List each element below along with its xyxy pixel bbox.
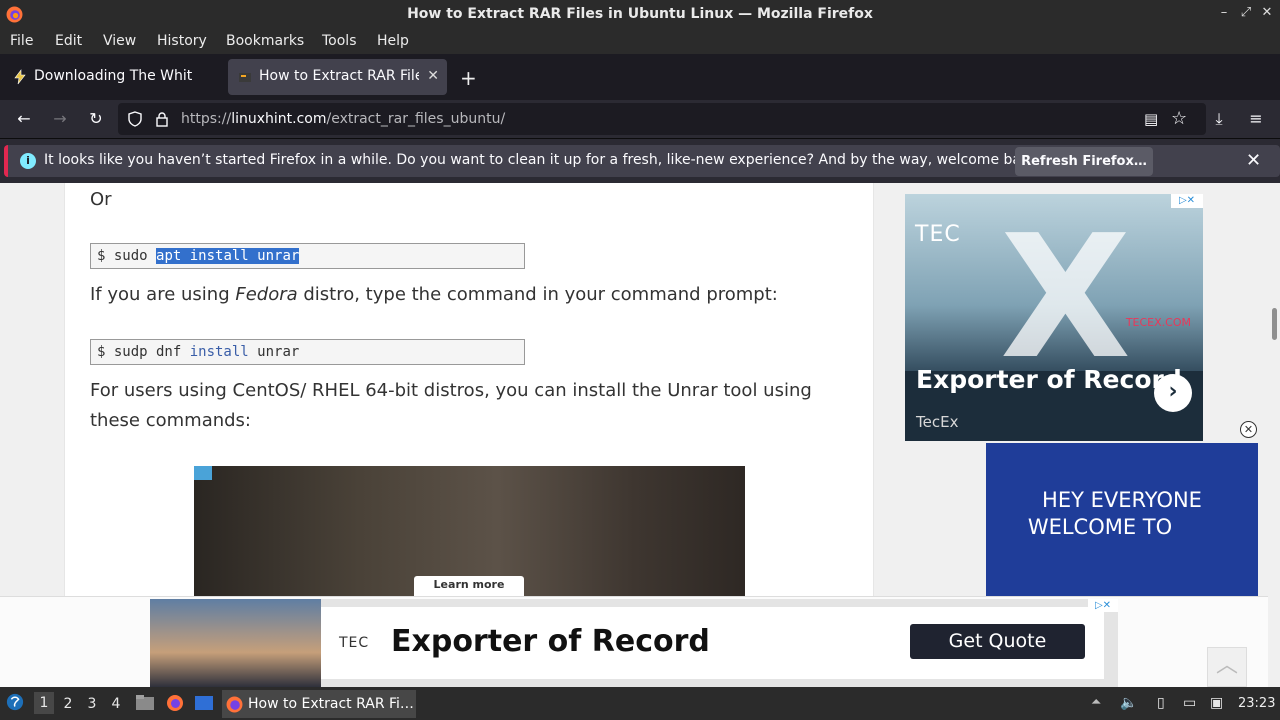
taskbar-window-label: How to Extract RAR Fi… <box>248 696 414 712</box>
workspace-3[interactable]: 3 <box>82 696 102 712</box>
menu-tools[interactable]: Tools <box>322 33 357 49</box>
menu-file[interactable]: File <box>10 33 33 49</box>
notification-bar: i It looks like you haven’t started Fire… <box>0 138 1280 183</box>
airplane-image <box>150 599 321 687</box>
menu-bookmarks[interactable]: Bookmarks <box>226 33 304 49</box>
new-tab-icon[interactable]: + <box>460 66 477 90</box>
clipboard-icon[interactable]: ▯ <box>1157 695 1175 712</box>
bottom-banner-ad[interactable]: TEC Exporter of Record Get Quote ▷✕ <box>0 596 1280 687</box>
sidebar-ad-welcome[interactable]: HEY EVERYONE WELCOME TO <box>986 443 1258 597</box>
firefox-launcher-icon[interactable] <box>165 694 185 712</box>
window-titlebar: How to Extract RAR Files in Ubuntu Linux… <box>0 0 1280 29</box>
workspace-4[interactable]: 4 <box>106 696 126 712</box>
code-block-dnf: $ sudp dnf install unrar <box>90 339 525 365</box>
menu-history[interactable]: History <box>157 33 207 49</box>
info-icon: i <box>20 153 36 169</box>
close-window-icon[interactable]: ✕ <box>1258 5 1276 20</box>
bottom-ad-brand: TEC <box>339 635 370 651</box>
notification-message: It looks like you haven’t started Firefo… <box>44 152 1043 168</box>
video-ad[interactable]: Learn more <box>194 466 745 596</box>
fedora-paragraph: If you are using Fedora distro, type the… <box>90 284 778 305</box>
ad-domain: TECEX.COM <box>1125 316 1191 329</box>
menu-bar: File Edit View History Bookmarks Tools H… <box>0 29 1280 54</box>
downloads-icon[interactable]: ⤓ <box>1209 110 1229 130</box>
close-notification-icon[interactable]: ✕ <box>1246 150 1261 171</box>
terminal-icon[interactable] <box>194 694 214 712</box>
tab-downloading[interactable]: Downloading The White R <box>3 59 221 95</box>
url-bar[interactable]: https://linuxhint.com/extract_rar_files_… <box>118 103 1206 135</box>
window-title: How to Extract RAR Files in Ubuntu Linux… <box>407 6 873 22</box>
shield-icon[interactable] <box>127 111 143 127</box>
ad-line-1: HEY EVERYONE <box>1042 488 1202 512</box>
workspace-2[interactable]: 2 <box>58 696 78 712</box>
tray-arrow-icon[interactable]: ⏶ <box>1091 695 1109 712</box>
adchoices-icon[interactable]: ▷✕ <box>1171 194 1203 208</box>
file-manager-icon[interactable] <box>135 694 155 712</box>
bottom-ad-panel: TEC Exporter of Record Get Quote <box>321 607 1104 679</box>
tab-label: How to Extract RAR Files <box>259 68 419 84</box>
page-content: Or $ sudo apt install unrar If you are u… <box>0 183 1280 687</box>
scrollbar-thumb[interactable] <box>1272 308 1277 340</box>
centos-paragraph-line2: these commands: <box>90 410 251 431</box>
menu-help[interactable]: Help <box>377 33 409 49</box>
url-text[interactable]: https://linuxhint.com/extract_rar_files_… <box>181 111 505 127</box>
workspace-1[interactable]: 1 <box>34 692 54 714</box>
ad-advertiser: TecEx <box>916 413 959 431</box>
code-block-apt: $ sudo apt install unrar <box>90 243 525 269</box>
centos-paragraph-line1: For users using CentOS/ RHEL 64-bit dist… <box>90 380 812 401</box>
learn-more-button[interactable]: Learn more <box>414 576 524 596</box>
ad-line-2: WELCOME TO <box>1027 515 1173 539</box>
page-scrollbar[interactable] <box>1268 183 1280 687</box>
ad-brand: TEC <box>915 222 961 247</box>
bookmark-star-icon[interactable]: ☆ <box>1171 108 1187 129</box>
volume-icon[interactable]: 🔈 <box>1120 695 1138 712</box>
forward-icon[interactable]: → <box>50 110 70 130</box>
adchoices-icon[interactable]: ▷✕ <box>1088 599 1118 612</box>
tab-bar: Downloading The White R How to Extract R… <box>0 54 1280 100</box>
taskbar: 1 2 3 4 How to Extract RAR Fi… ⏶ 🔈 ▯ ▭ ▣… <box>0 687 1280 720</box>
lock-icon[interactable] <box>155 111 169 127</box>
ad-marker-icon <box>194 466 212 480</box>
taskbar-window-firefox[interactable]: How to Extract RAR Fi… <box>222 690 416 718</box>
tab-label: Downloading The White R <box>34 68 192 84</box>
maximize-icon[interactable]: ⤢ <box>1237 5 1255 20</box>
ad-headline: Exporter of Record <box>916 365 1182 394</box>
or-text: Or <box>90 189 112 210</box>
linuxhint-favicon-icon <box>239 73 251 82</box>
network-icon[interactable]: ▣ <box>1210 695 1228 712</box>
scroll-to-top-button[interactable]: ︿ <box>1207 647 1247 687</box>
clock: 23:23 <box>1238 696 1276 711</box>
menu-edit[interactable]: Edit <box>55 33 82 49</box>
display-icon[interactable]: ▭ <box>1183 695 1201 712</box>
menu-view[interactable]: View <box>103 33 136 49</box>
navigation-bar: ← → ↻ https://linuxhint.com/extract_rar_… <box>0 100 1280 138</box>
bottom-ad-headline: Exporter of Record <box>391 624 710 659</box>
chevron-right-icon[interactable]: › <box>1154 374 1192 412</box>
reload-icon[interactable]: ↻ <box>86 110 106 130</box>
get-quote-button[interactable]: Get Quote <box>910 624 1085 659</box>
lightning-icon <box>14 69 26 85</box>
minimize-icon[interactable]: – <box>1215 5 1233 20</box>
refresh-firefox-button[interactable]: Refresh Firefox… <box>1015 147 1153 176</box>
start-menu-icon[interactable] <box>5 693 25 711</box>
app-menu-icon[interactable]: ≡ <box>1246 110 1266 130</box>
back-icon[interactable]: ← <box>14 110 34 130</box>
reader-view-icon[interactable]: ▤ <box>1144 110 1158 128</box>
sidebar-ad-exporter[interactable]: X TEC TECEX.COM Exporter of Record TecEx… <box>905 194 1203 441</box>
bottom-ad-inner: TEC Exporter of Record Get Quote ▷✕ <box>150 599 1118 687</box>
close-ad-icon[interactable]: ✕ <box>1240 421 1257 438</box>
tab-extract-rar[interactable]: How to Extract RAR Files ✕ <box>228 59 447 95</box>
close-tab-icon[interactable]: ✕ <box>427 68 439 84</box>
firefox-icon <box>226 696 243 713</box>
